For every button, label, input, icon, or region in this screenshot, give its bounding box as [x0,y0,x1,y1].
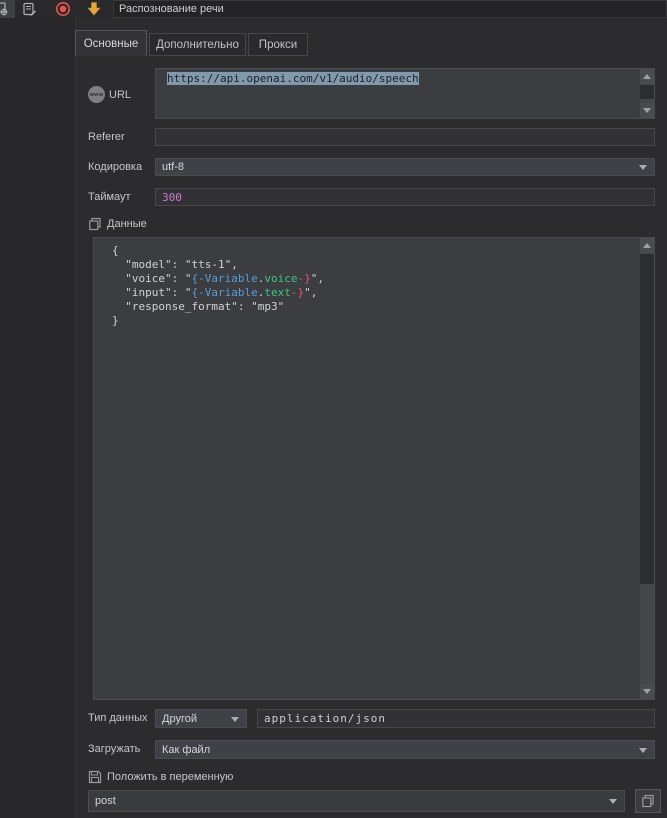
data-type-value: Другой [162,713,197,725]
data-section-header: Данные [88,217,147,231]
scroll-up-icon[interactable] [640,238,654,253]
url-value-selected: https://api.openai.com/v1/audio/speech [167,72,419,85]
load-mode-label: Загружать [88,743,140,755]
chevron-down-icon [231,717,239,722]
download-arrow-icon[interactable] [86,1,102,17]
data-type-label: Тип данных [88,712,148,724]
encoding-label: Кодировка [88,161,142,173]
toolbar [0,0,667,18]
tab-main[interactable]: Основные [75,30,147,56]
url-scrollbar[interactable] [639,69,654,118]
referer-label: Referer [88,131,125,143]
tab-proxy[interactable]: Прокси [248,33,308,56]
chevron-down-icon [609,799,617,804]
variable-select[interactable]: post [88,790,625,812]
content-type-input[interactable] [257,709,655,728]
data-scrollbar[interactable] [639,238,654,699]
data-type-select[interactable]: Другой [155,709,247,728]
record-icon[interactable] [55,1,71,17]
encoding-select[interactable]: utf-8 [155,158,655,176]
tab-additional-label: Дополнительно [156,39,239,51]
url-label: URL [109,89,131,101]
timeout-input[interactable] [155,188,655,206]
globe-www-icon: www [88,86,105,103]
variable-value: post [95,795,116,807]
data-label: Данные [107,218,147,230]
tab-additional[interactable]: Дополнительно [149,33,246,56]
load-mode-select[interactable]: Как файл [155,740,655,759]
tab-main-label: Основные [84,38,139,50]
put-to-variable-header: Положить в переменную [88,770,233,784]
url-scrollbar-thumb[interactable] [640,85,654,99]
scroll-up-icon[interactable] [640,69,654,84]
pages-copy-icon [641,794,655,808]
url-input[interactable]: https://api.openai.com/v1/audio/speech [155,68,655,119]
chevron-down-icon [639,165,647,170]
data-scrollbar-thumb[interactable] [640,254,654,584]
data-code-editor[interactable]: { "model": "tts-1", "voice": "{-Variable… [93,237,655,700]
save-floppy-icon [88,770,102,784]
code-content: { "model": "tts-1", "voice": "{-Variable… [112,244,654,328]
load-mode-value: Как файл [162,744,210,756]
edit-note-icon[interactable] [21,1,37,17]
settings-icon[interactable] [0,0,15,18]
copy-variable-button[interactable] [635,789,661,813]
timeout-label: Таймаут [88,191,131,203]
put-to-variable-label: Положить в переменную [107,771,233,783]
action-settings-window: Основные Дополнительно Прокси www URL ht… [0,0,667,818]
action-title-input[interactable] [113,0,667,18]
scroll-down-icon[interactable] [640,103,654,118]
scroll-down-icon[interactable] [640,684,654,699]
encoding-value: utf-8 [162,161,184,173]
pages-copy-icon [88,217,102,231]
chevron-down-icon [639,748,647,753]
tab-proxy-label: Прокси [259,39,297,51]
referer-input[interactable] [155,128,655,146]
